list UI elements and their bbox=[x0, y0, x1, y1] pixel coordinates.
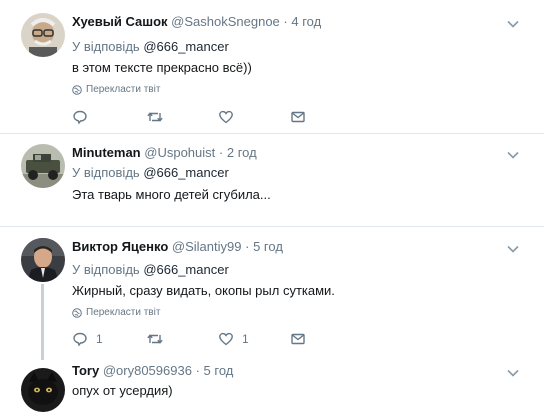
tweet-actions bbox=[72, 109, 306, 125]
chevron-down-icon[interactable] bbox=[506, 242, 520, 256]
direct-message-button[interactable] bbox=[290, 109, 306, 125]
separator-dot: · bbox=[195, 363, 200, 378]
separator-dot: · bbox=[283, 14, 288, 29]
retweet-button[interactable] bbox=[146, 109, 218, 125]
avatar[interactable] bbox=[21, 238, 65, 282]
separator-dot: · bbox=[218, 145, 224, 160]
globe-icon bbox=[72, 307, 82, 318]
chevron-down-icon[interactable] bbox=[506, 366, 520, 380]
tweet-header: Minuteman @Uspohuist · 2 год bbox=[72, 145, 257, 160]
display-name[interactable]: Хуевый Сашок bbox=[72, 14, 168, 29]
envelope-icon bbox=[291, 111, 305, 123]
tweet-header: Tory @ory80596936 · 5 год bbox=[72, 363, 233, 378]
reply-prefix: У відповідь bbox=[72, 262, 140, 277]
reply-count: 1 bbox=[96, 332, 103, 346]
heart-icon bbox=[219, 110, 233, 124]
tweet-text: в этом тексте прекрасно всё)) bbox=[72, 60, 252, 75]
tweet-minuteman[interactable]: Minuteman @Uspohuist · 2 год У відповідь… bbox=[0, 134, 544, 220]
reply-icon bbox=[73, 110, 87, 125]
translate-label: Перекласти твіт bbox=[86, 84, 161, 95]
globe-icon bbox=[72, 84, 82, 95]
username[interactable]: @ory80596936 bbox=[103, 363, 192, 378]
reply-prefix: У відповідь bbox=[72, 165, 140, 180]
reply-mention-link[interactable]: @666_mancer bbox=[143, 165, 228, 180]
reply-prefix: У відповідь bbox=[72, 39, 140, 54]
display-name[interactable]: Minuteman bbox=[72, 145, 141, 160]
like-count: 1 bbox=[242, 332, 249, 346]
separator-dot: · bbox=[245, 239, 250, 254]
tweet-text: Эта тварь много детей сгубила... bbox=[72, 187, 271, 202]
heart-icon bbox=[219, 332, 233, 346]
tweet-text: опух от усердия) bbox=[72, 383, 173, 398]
reply-context: У відповідь @666_mancer bbox=[72, 262, 229, 277]
envelope-icon bbox=[291, 333, 305, 345]
reply-context: У відповідь @666_mancer bbox=[72, 39, 229, 54]
tweet-sashok[interactable]: Хуевый Сашок @SashokSnegnoe · 4 год У ві… bbox=[0, 0, 544, 130]
avatar[interactable] bbox=[21, 13, 65, 57]
timestamp[interactable]: 5 год bbox=[204, 363, 234, 378]
reply-button[interactable] bbox=[72, 109, 146, 125]
reply-mention-link[interactable]: @666_mancer bbox=[143, 262, 228, 277]
reply-context: У відповідь @666_mancer bbox=[72, 165, 229, 180]
username[interactable]: @SashokSnegnoe bbox=[171, 14, 280, 29]
tweet-actions: 1 1 bbox=[72, 331, 306, 347]
display-name[interactable]: Виктор Яценко bbox=[72, 239, 168, 254]
retweet-icon bbox=[147, 112, 163, 122]
translate-tweet-link[interactable]: Перекласти твіт bbox=[72, 84, 160, 95]
tweet-tory[interactable]: Tory @ory80596936 · 5 год опух от усерди… bbox=[0, 357, 544, 417]
username[interactable]: @Uspohuist bbox=[144, 145, 215, 160]
retweet-button[interactable] bbox=[146, 331, 218, 347]
chevron-down-icon[interactable] bbox=[506, 17, 520, 31]
timestamp[interactable]: 2 год bbox=[227, 145, 257, 160]
avatar[interactable] bbox=[21, 368, 65, 412]
translate-tweet-link[interactable]: Перекласти твіт bbox=[72, 307, 160, 318]
avatar[interactable] bbox=[21, 144, 65, 188]
reply-mention-link[interactable]: @666_mancer bbox=[143, 39, 228, 54]
tweet-header: Виктор Яценко @Silantiy99 · 5 год bbox=[72, 239, 283, 254]
tweet-header: Хуевый Сашок @SashokSnegnoe · 4 год bbox=[72, 14, 321, 29]
translate-label: Перекласти твіт bbox=[86, 307, 161, 318]
like-button[interactable] bbox=[218, 109, 290, 125]
chevron-down-icon[interactable] bbox=[506, 148, 520, 162]
direct-message-button[interactable] bbox=[290, 331, 306, 347]
display-name[interactable]: Tory bbox=[72, 363, 99, 378]
username[interactable]: @Silantiy99 bbox=[172, 239, 242, 254]
retweet-icon bbox=[147, 334, 163, 344]
timestamp[interactable]: 5 год bbox=[253, 239, 283, 254]
reply-icon bbox=[73, 332, 87, 347]
reply-button[interactable]: 1 bbox=[72, 331, 146, 347]
timestamp[interactable]: 4 год bbox=[291, 14, 321, 29]
tweet-text: Жирный, сразу видать, окопы рыл сутками. bbox=[72, 283, 335, 298]
like-button[interactable]: 1 bbox=[218, 331, 290, 347]
tweet-viktor[interactable]: Виктор Яценко @Silantiy99 · 5 год У відп… bbox=[0, 227, 544, 355]
